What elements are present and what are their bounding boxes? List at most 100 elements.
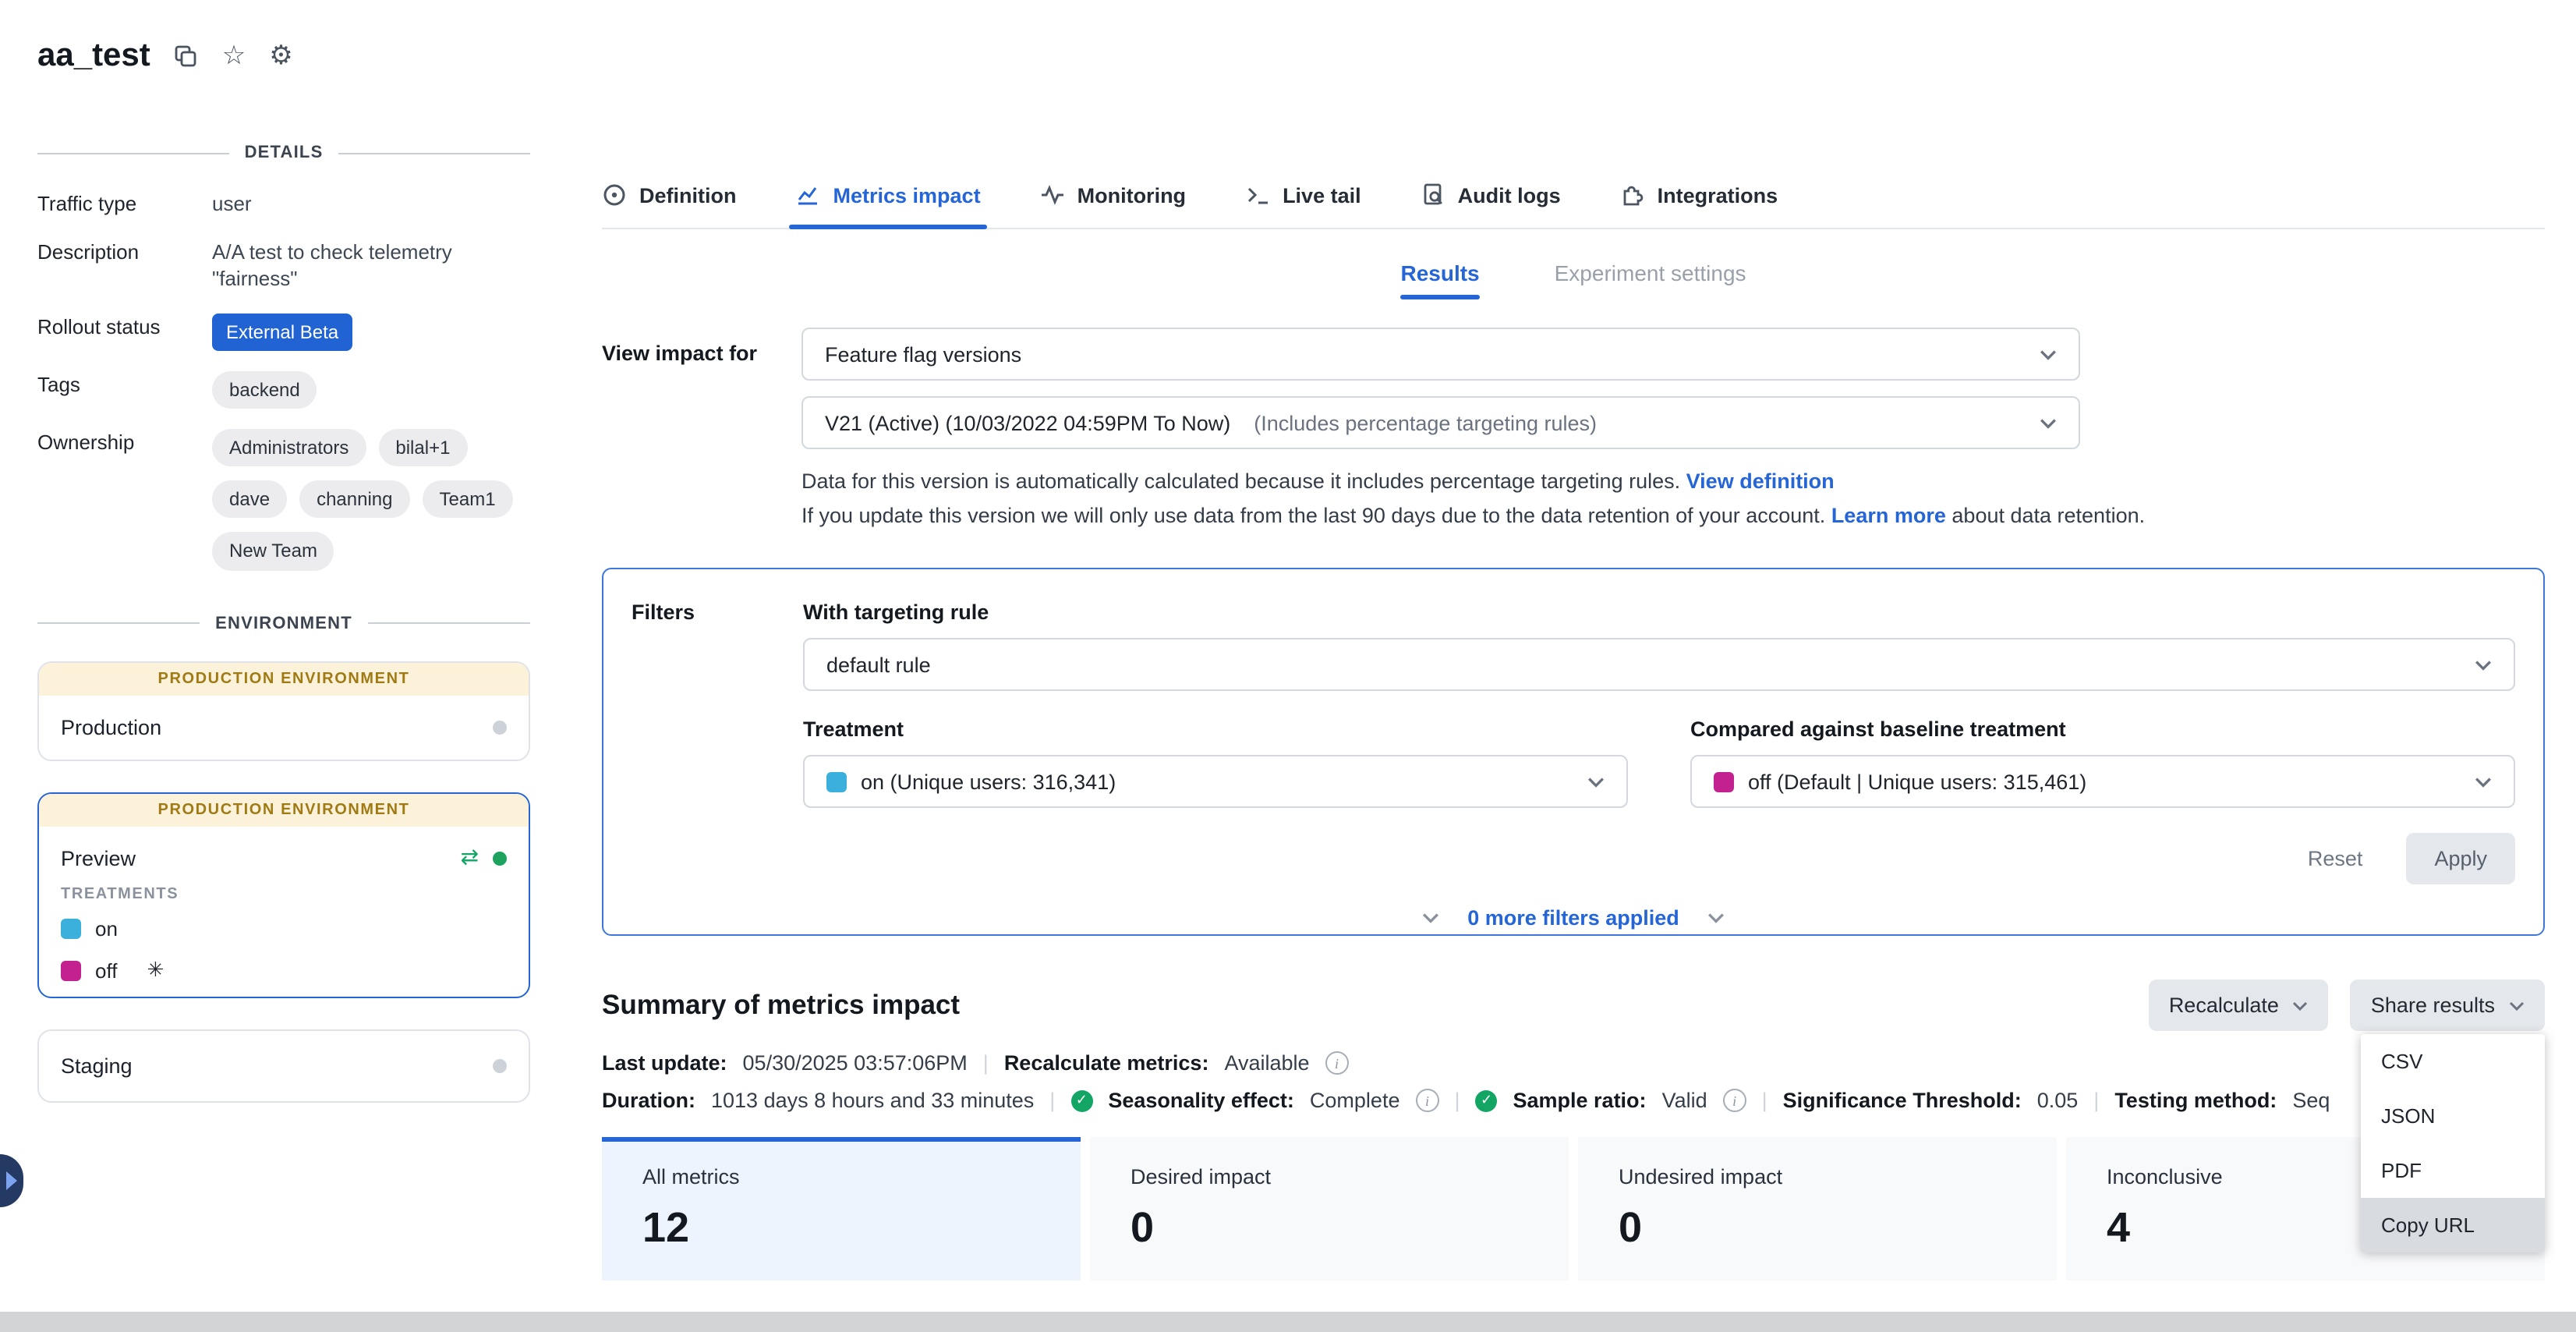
main-tabs: Definition Metrics impact Monitoring Liv… — [602, 162, 2545, 229]
targeting-rule-select[interactable]: default rule — [803, 638, 2515, 691]
info-icon[interactable] — [1415, 1089, 1438, 1112]
share-results-menu: CSV JSON PDF Copy URL — [2361, 1034, 2545, 1252]
treatment-label: Treatment — [803, 717, 1628, 741]
status-dot-inactive — [493, 720, 507, 734]
owner-pill[interactable]: New Team — [212, 533, 334, 570]
copy-icon[interactable] — [174, 44, 199, 69]
significance-threshold-label: Significance Threshold: — [1783, 1089, 2022, 1112]
tags-label: Tags — [37, 371, 212, 396]
tab-label: Metrics impact — [833, 183, 981, 207]
metric-card-value: 0 — [1131, 1204, 1569, 1252]
owner-pill[interactable]: Team1 — [423, 480, 513, 518]
seasonality-label: Seasonality effect: — [1108, 1089, 1294, 1112]
info-icon[interactable] — [1325, 1051, 1349, 1075]
menu-item-copy-url[interactable]: Copy URL — [2361, 1198, 2545, 1252]
treatment-row-on: on — [39, 912, 529, 954]
subtab-experiment-settings[interactable]: Experiment settings — [1555, 260, 1746, 299]
owner-pill[interactable]: channing — [299, 480, 409, 518]
recalculate-metrics-label: Recalculate metrics: — [1004, 1051, 1209, 1075]
baseline-treatment-select[interactable]: off (Default | Unique users: 315,461) — [1690, 755, 2515, 808]
version-note: (Includes percentage targeting rules) — [1254, 411, 1597, 434]
testing-method-value: Seq — [2292, 1089, 2330, 1112]
chevron-down-icon — [2293, 1001, 2309, 1010]
menu-item-json[interactable]: JSON — [2361, 1089, 2545, 1143]
environment-card-staging[interactable]: Staging — [37, 1029, 530, 1102]
divider — [983, 1051, 989, 1075]
environment-card-preview[interactable]: PRODUCTION ENVIRONMENT Preview ⇄ TREATME… — [37, 792, 530, 997]
status-line-2: Duration: 1013 days 8 hours and 33 minut… — [602, 1089, 2545, 1112]
details-section-header: DETAILS — [37, 143, 530, 162]
reset-button[interactable]: Reset — [2308, 847, 2363, 870]
tab-live-tail[interactable]: Live tail — [1245, 162, 1361, 228]
rollout-status-badge: External Beta — [212, 313, 352, 350]
environment-section-header: ENVIRONMENT — [37, 614, 530, 632]
summary-title: Summary of metrics impact — [602, 989, 2149, 1022]
horizontal-scrollbar[interactable] — [0, 1312, 2576, 1332]
tab-metrics-impact[interactable]: Metrics impact — [796, 162, 981, 228]
tab-integrations[interactable]: Integrations — [1620, 162, 1778, 228]
environment-section-label: ENVIRONMENT — [215, 614, 352, 632]
view-impact-section: View impact for Feature flag versions V2… — [602, 328, 2545, 527]
chevron-down-icon — [1707, 912, 1725, 923]
menu-item-pdf[interactable]: PDF — [2361, 1143, 2545, 1198]
owner-pill[interactable]: Administrators — [212, 429, 366, 466]
audit-logs-icon — [1421, 182, 1445, 207]
snowflake-icon: ✳ — [147, 960, 164, 980]
sidebar-expand-handle[interactable] — [0, 1154, 23, 1207]
treatment-on-label: on — [95, 916, 118, 940]
status-line-1: Last update: 05/30/2025 03:57:06PM Recal… — [602, 1051, 2545, 1075]
rollout-status-row: Rollout status External Beta — [37, 313, 530, 350]
share-results-button[interactable]: Share results — [2351, 980, 2545, 1031]
metric-card-value: 0 — [1619, 1204, 2057, 1252]
subtab-results[interactable]: Results — [1400, 260, 1479, 299]
menu-item-csv[interactable]: CSV — [2361, 1034, 2545, 1089]
treatment-select-value: on (Unique users: 316,341) — [861, 770, 1116, 793]
check-circle-icon — [1070, 1089, 1092, 1111]
tab-monitoring[interactable]: Monitoring — [1040, 162, 1186, 228]
learn-more-link[interactable]: Learn more — [1831, 504, 1946, 527]
metrics-impact-icon — [796, 182, 821, 207]
tab-label: Integrations — [1658, 183, 1778, 207]
version-select[interactable]: V21 (Active) (10/03/2022 04:59PM To Now)… — [801, 396, 2080, 449]
last-update-label: Last update: — [602, 1051, 727, 1075]
chevron-down-icon — [2509, 1001, 2525, 1010]
more-filters-row: 0 more filters applied — [603, 906, 2543, 930]
treatment-select[interactable]: on (Unique users: 316,341) — [803, 755, 1628, 808]
recalculate-button[interactable]: Recalculate — [2149, 980, 2329, 1031]
tag-pill[interactable]: backend — [212, 371, 317, 409]
baseline-treatment-select-value: off (Default | Unique users: 315,461) — [1748, 770, 2086, 793]
metric-card-desired-impact[interactable]: Desired impact 0 — [1090, 1137, 1569, 1281]
apply-button[interactable]: Apply — [2406, 833, 2515, 884]
chevron-down-icon — [2040, 349, 2057, 360]
production-environment-banner: PRODUCTION ENVIRONMENT — [39, 662, 529, 695]
chevron-down-icon — [1587, 776, 1605, 787]
tab-definition[interactable]: Definition — [602, 162, 737, 228]
significance-threshold-value: 0.05 — [2037, 1089, 2079, 1112]
metric-card-undesired-impact[interactable]: Undesired impact 0 — [1578, 1137, 2057, 1281]
tab-audit-logs[interactable]: Audit logs — [1421, 162, 1561, 228]
results-subtabs: Results Experiment settings — [602, 260, 2545, 299]
ownership-row: Ownership Administrators bilal+1 dave ch… — [37, 429, 530, 570]
app-window: aa_test ☆ ⚙ DETAILS Traffic type user De… — [0, 0, 2576, 1332]
metric-summary-cards: All metrics 12 Desired impact 0 Undesire… — [602, 1137, 2545, 1281]
chevron-down-icon — [2040, 417, 2057, 428]
description-label: Description — [37, 238, 212, 263]
star-icon[interactable]: ☆ — [222, 43, 246, 69]
environment-name: Staging — [61, 1054, 133, 1077]
divider — [368, 622, 530, 624]
environment-card-production[interactable]: PRODUCTION ENVIRONMENT Production — [37, 661, 530, 760]
version-auto-note: Data for this version is automatically c… — [801, 469, 2545, 493]
production-environment-banner: PRODUCTION ENVIRONMENT — [39, 793, 529, 826]
view-definition-link[interactable]: View definition — [1686, 469, 1835, 493]
metric-card-all-metrics[interactable]: All metrics 12 — [602, 1137, 1081, 1281]
version-type-select[interactable]: Feature flag versions — [801, 328, 2080, 381]
sync-icon: ⇄ — [461, 847, 479, 869]
owner-pill[interactable]: dave — [212, 480, 287, 518]
gear-icon[interactable]: ⚙ — [269, 43, 293, 69]
info-icon[interactable] — [1723, 1089, 1746, 1112]
more-filters-link[interactable]: 0 more filters applied — [1467, 906, 1679, 930]
testing-method-label: Testing method: — [2114, 1089, 2277, 1112]
divider — [37, 152, 229, 154]
divider — [1454, 1089, 1460, 1112]
owner-pill[interactable]: bilal+1 — [378, 429, 467, 466]
